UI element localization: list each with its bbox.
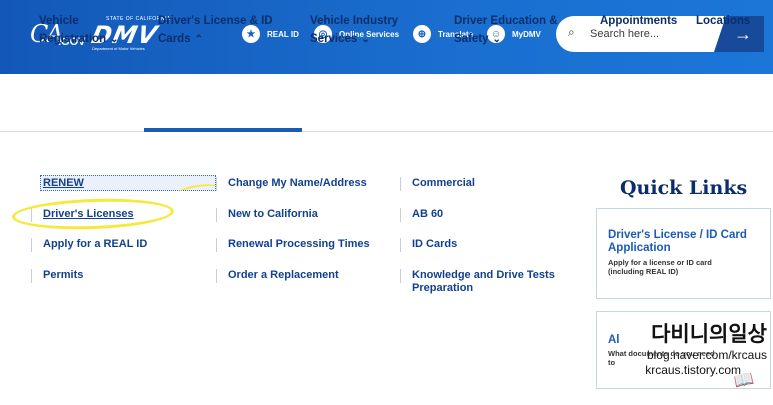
quick-links-title: Quick Links	[620, 177, 748, 199]
renew-link[interactable]: RENEW	[31, 177, 84, 190]
nav-label-line2: Services	[310, 33, 358, 45]
chevron-up-icon: ⌃	[194, 34, 203, 45]
commercial-link[interactable]: Commercial	[400, 177, 475, 191]
nav-vehicle-industry-services[interactable]: Vehicle Industry Services ⌄	[310, 12, 398, 49]
nav-label-line1: Appointments	[600, 15, 678, 27]
chevron-down-icon: ⌄	[110, 34, 119, 45]
knowledge-drive-tests-line1: Knowledge and Drive Tests	[412, 269, 555, 281]
nav-label-line1: Driver's License & ID	[158, 15, 273, 27]
card-desc-line1: Apply for a license or ID card	[608, 258, 712, 267]
nav-label-line1: Driver Education &	[454, 15, 558, 27]
renewal-processing-times-link[interactable]: Renewal Processing Times	[216, 238, 370, 252]
chevron-down-icon: ⌄	[361, 34, 370, 45]
nav-label-line1: Vehicle Industry	[310, 15, 399, 27]
nav-vehicle-registration[interactable]: Vehicle Registration ⌄	[39, 12, 118, 49]
knowledge-drive-tests-line2: Preparation	[412, 282, 474, 294]
card-title-line2: Application	[608, 242, 671, 254]
nav-label-line2: Registration	[39, 33, 107, 45]
nav-locations[interactable]: Locations	[696, 12, 750, 30]
search-icon: ⌕	[568, 25, 575, 39]
nav-label-line1: Vehicle	[39, 15, 79, 27]
drivers-licenses-link[interactable]: Driver's Licenses	[31, 208, 134, 222]
nav-label-line2: Safety	[454, 33, 489, 45]
nav-label-line2: Cards	[158, 33, 191, 45]
permits-link[interactable]: Permits	[31, 269, 83, 283]
nav-appointments[interactable]: Appointments	[600, 12, 677, 30]
card-desc-line2: (including REAL ID)	[608, 267, 679, 276]
nav-label-line1: Locations	[696, 15, 751, 27]
book-icon: 📖	[732, 370, 756, 391]
main-nav	[0, 74, 773, 132]
globe-icon: ⊕	[413, 25, 431, 43]
watermark-title: 다비니의일상	[651, 323, 767, 346]
change-name-address-link[interactable]: Change My Name/Address	[216, 177, 367, 191]
chevron-down-icon: ⌄	[492, 34, 501, 45]
nav-drivers-license-id-cards[interactable]: Driver's License & ID Cards ⌃	[158, 12, 273, 49]
id-cards-link[interactable]: ID Cards	[400, 238, 457, 252]
quick-link-card-license-application[interactable]: Driver's License / ID Card Application A…	[596, 208, 771, 299]
active-nav-indicator	[144, 128, 302, 132]
knowledge-drive-tests-link[interactable]: Knowledge and Drive Tests Preparation	[400, 269, 555, 295]
card-title-line1: Driver's License / ID Card	[608, 229, 747, 241]
order-replacement-link[interactable]: Order a Replacement	[216, 269, 339, 283]
apply-real-id-link[interactable]: Apply for a REAL ID	[31, 238, 147, 252]
nav-driver-education-safety[interactable]: Driver Education & Safety ⌄	[454, 12, 558, 49]
watermark-naver-url: blog.naver.com/krcaus	[646, 348, 767, 362]
ab60-link[interactable]: AB 60	[400, 208, 443, 222]
new-to-california-link[interactable]: New to California	[216, 208, 318, 222]
